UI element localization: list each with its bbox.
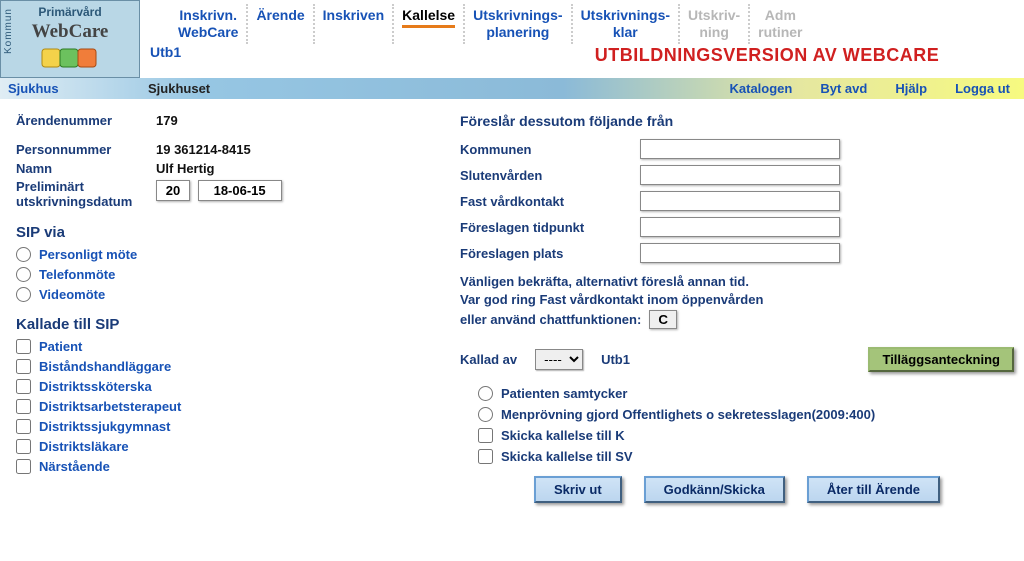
link-logga-ut[interactable]: Logga ut	[941, 78, 1024, 99]
label-foreslagen-plats: Föreslagen plats	[460, 246, 640, 261]
label-arendenummer: Ärendenummer	[16, 113, 156, 128]
heading-foreslar: Föreslår dessutom följande från	[460, 113, 1014, 129]
value-namn: Ulf Hertig	[156, 161, 215, 176]
input-foreslagen-plats[interactable]	[640, 243, 840, 263]
radio-consent-1[interactable]	[478, 407, 493, 422]
input-slutenvarden[interactable]	[640, 165, 840, 185]
nav-tab-7: Admrutiner	[748, 4, 810, 44]
label-consent-3: Skicka kallelse till SV	[501, 449, 633, 464]
banner-left: Utb1	[140, 44, 510, 68]
chat-button[interactable]: C	[649, 310, 677, 329]
label-consent-1: Menprövning gjord Offentlighets o sekret…	[501, 407, 875, 422]
nav-tab-6: Utskriv-ning	[678, 4, 748, 44]
radio-sip-0[interactable]	[16, 247, 31, 262]
godkann-skicka-button[interactable]: Godkänn/Skicka	[644, 476, 785, 503]
label-foreslagen-tidpunkt: Föreslagen tidpunkt	[460, 220, 640, 235]
puzzle-icon	[7, 43, 133, 76]
label-consent-0: Patienten samtycker	[501, 386, 627, 401]
label-sip-0: Personligt möte	[39, 247, 137, 262]
nav-tab-4[interactable]: Utskrivnings-planering	[463, 4, 570, 44]
radio-sip-2[interactable]	[16, 287, 31, 302]
logo: Primärvård WebCare	[0, 0, 140, 78]
value-arendenummer: 179	[156, 113, 178, 128]
banner-title: UTBILDNINGSVERSION AV WEBCARE	[510, 44, 1024, 68]
logo-side-text: Kommun	[3, 8, 14, 54]
heading-sip-via: SIP via	[16, 224, 426, 241]
label-kallade-5: Distriktsläkare	[39, 439, 129, 454]
checkbox-consent-3[interactable]	[478, 449, 493, 464]
label-kommunen: Kommunen	[460, 142, 640, 157]
check-kallade-6[interactable]	[16, 459, 31, 474]
radio-sip-1[interactable]	[16, 267, 31, 282]
subbar-col1-value: Sjukhuset	[140, 78, 218, 99]
label-namn: Namn	[16, 161, 156, 176]
check-kallade-2[interactable]	[16, 379, 31, 394]
check-kallade-3[interactable]	[16, 399, 31, 414]
input-kommunen[interactable]	[640, 139, 840, 159]
label-sip-1: Telefonmöte	[39, 267, 115, 282]
label-kallade-0: Patient	[39, 339, 82, 354]
tillaggsanteckning-button[interactable]: Tilläggsanteckning	[868, 347, 1014, 372]
radio-consent-0[interactable]	[478, 386, 493, 401]
link-katalogen[interactable]: Katalogen	[716, 78, 807, 99]
input-date-rest[interactable]	[198, 180, 282, 201]
label-kallade-3: Distriktsarbetsterapeut	[39, 399, 181, 414]
check-kallade-1[interactable]	[16, 359, 31, 374]
input-foreslagen-tidpunkt[interactable]	[640, 217, 840, 237]
label-personnummer: Personnummer	[16, 142, 156, 157]
value-personnummer: 19 361214-8415	[156, 142, 251, 157]
nav-tab-2[interactable]: Inskriven	[313, 4, 392, 44]
check-kallade-5[interactable]	[16, 439, 31, 454]
input-date-year[interactable]	[156, 180, 190, 201]
text-utb: Utb1	[601, 352, 630, 367]
label-prelim: Preliminärtutskrivningsdatum	[16, 180, 156, 210]
nav-tab-5[interactable]: Utskrivnings-klar	[571, 4, 678, 44]
label-kallade-4: Distriktssjukgymnast	[39, 419, 171, 434]
skriv-ut-button[interactable]: Skriv ut	[534, 476, 622, 503]
heading-kallade: Kallade till SIP	[16, 316, 426, 333]
label-slutenvarden: Slutenvården	[460, 168, 640, 183]
link-byt-avd[interactable]: Byt avd	[806, 78, 881, 99]
select-kallad-av[interactable]: ----	[535, 349, 583, 370]
checkbox-consent-2[interactable]	[478, 428, 493, 443]
subbar-col1-label: Sjukhus	[0, 78, 140, 99]
nav-tab-0[interactable]: Inskrivn.WebCare	[170, 4, 246, 44]
subbar: Sjukhus Sjukhuset Katalogen Byt avd Hjäl…	[0, 78, 1024, 99]
label-kallade-1: Biståndshandläggare	[39, 359, 171, 374]
check-kallade-4[interactable]	[16, 419, 31, 434]
check-kallade-0[interactable]	[16, 339, 31, 354]
label-kallade-6: Närstående	[39, 459, 110, 474]
nav-tab-1[interactable]: Ärende	[246, 4, 312, 44]
nav-tab-3[interactable]: Kallelse	[392, 4, 463, 44]
label-consent-2: Skicka kallelse till K	[501, 428, 625, 443]
label-sip-2: Videomöte	[39, 287, 105, 302]
logo-subtitle: Primärvård	[7, 5, 133, 19]
label-kallad-av: Kallad av	[460, 352, 517, 367]
confirm-text: Vänligen bekräfta, alternativt föreslå a…	[460, 273, 1014, 329]
logo-name: WebCare	[7, 21, 133, 43]
ater-till-arende-button[interactable]: Åter till Ärende	[807, 476, 940, 503]
label-fast-vardkontakt: Fast vårdkontakt	[460, 194, 640, 209]
input-fast-vardkontakt[interactable]	[640, 191, 840, 211]
nav-tabs: Inskrivn.WebCareÄrendeInskrivenKallelseU…	[140, 0, 1024, 44]
link-hjalp[interactable]: Hjälp	[881, 78, 941, 99]
label-kallade-2: Distriktssköterska	[39, 379, 152, 394]
